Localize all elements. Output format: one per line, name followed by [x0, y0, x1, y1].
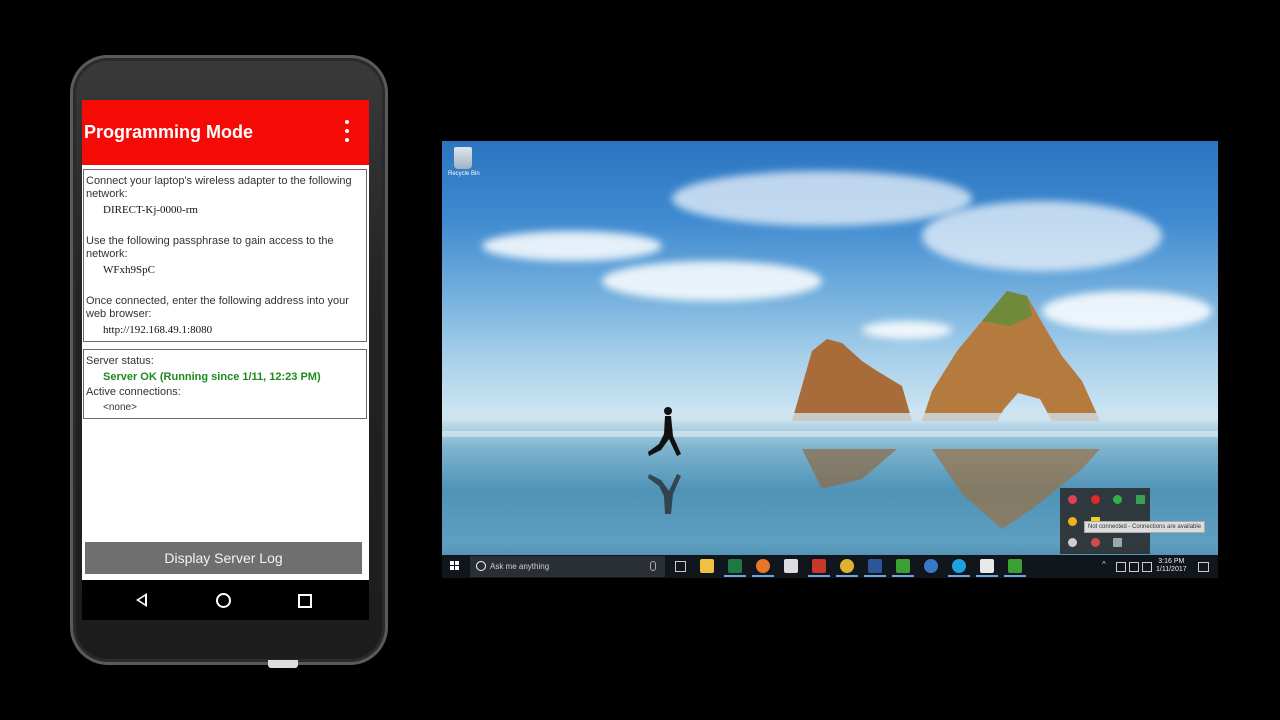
back-icon[interactable]: [136, 593, 147, 607]
cortana-icon: [476, 561, 486, 571]
volume-icon[interactable]: [1142, 562, 1152, 572]
recycle-bin-label: Recycle Bin: [448, 171, 480, 177]
runner-figure: [648, 407, 681, 456]
tray-app-icon[interactable]: [1113, 495, 1122, 504]
recents-icon[interactable]: [298, 594, 312, 608]
passphrase-value: WFxh9SpC: [103, 264, 155, 276]
sea-rocks: [792, 291, 1100, 421]
connection-info-card: Connect your laptop's wireless adapter t…: [83, 169, 367, 342]
cortana-search-box[interactable]: Ask me anything: [470, 556, 665, 577]
word-icon[interactable]: [864, 559, 886, 577]
runner-reflection: [648, 474, 681, 514]
tray-app-icon[interactable]: [1136, 495, 1145, 504]
bin-glyph: [454, 147, 472, 169]
server-status-label: Server status:: [86, 355, 154, 367]
clock-time: 3:16 PM: [1158, 558, 1185, 565]
app-blue-icon[interactable]: [924, 559, 938, 573]
action-center-icon[interactable]: [1198, 562, 1209, 572]
address-value: http://192.168.49.1:8080: [103, 324, 213, 336]
search-placeholder: Ask me anything: [490, 562, 550, 571]
display-server-log-button[interactable]: Display Server Log: [85, 542, 362, 574]
network-tooltip: Not connected - Connections are availabl…: [1084, 521, 1206, 533]
clock-date: 1/11/2017: [1156, 566, 1187, 573]
firefox-icon[interactable]: [752, 559, 774, 577]
dropbox-icon[interactable]: [1116, 562, 1126, 572]
taskbar: Ask me anything ^ 3:16 PM 1/11/2017: [442, 555, 1218, 578]
cloud-icon[interactable]: [1068, 538, 1077, 547]
server-status-value: Server OK (Running since 1/11, 12:23 PM): [103, 371, 321, 383]
android-nav-bar: [82, 580, 369, 620]
system-clock[interactable]: 3:16 PM 1/11/2017: [1156, 558, 1187, 574]
app-green-icon[interactable]: [892, 559, 914, 577]
app-bar: Programming Mode: [82, 100, 369, 165]
tray-app-icon[interactable]: [1068, 517, 1077, 526]
network-label: Connect your laptop's wireless adapter t…: [86, 175, 352, 200]
windows-start-icon[interactable]: [450, 561, 460, 571]
windows-desktop: Recycle Bin Not connected - Connections …: [442, 141, 1218, 578]
home-icon[interactable]: [216, 593, 231, 608]
network-name: DIRECT-Kj-0000-rm: [103, 204, 198, 216]
acrobat-icon[interactable]: [976, 559, 998, 577]
file-explorer-icon[interactable]: [700, 559, 714, 573]
overflow-menu-icon[interactable]: [340, 120, 354, 146]
active-connections-value: <none>: [103, 402, 137, 413]
address-label: Once connected, enter the following addr…: [86, 295, 349, 320]
skype-icon[interactable]: [948, 559, 970, 577]
server-status-card: Server status: Server OK (Running since …: [83, 349, 367, 419]
recycle-bin-icon[interactable]: Recycle Bin: [448, 147, 480, 185]
store-icon[interactable]: [784, 559, 798, 573]
camtasia-icon[interactable]: [1004, 559, 1026, 577]
phone-screen: Programming Mode Connect your laptop's w…: [82, 100, 369, 620]
network-icon[interactable]: [1129, 562, 1139, 572]
excel-icon[interactable]: [724, 559, 746, 577]
tray-app-icon[interactable]: [1068, 495, 1077, 504]
microphone-icon[interactable]: [650, 561, 656, 571]
phone-button: [268, 660, 298, 668]
tray-app-icon[interactable]: [1091, 495, 1100, 504]
powerpoint-icon[interactable]: [808, 559, 830, 577]
chevron-up-icon[interactable]: ^: [1102, 560, 1110, 569]
app-title: Programming Mode: [84, 122, 254, 142]
rock-reflection: [802, 449, 1100, 529]
tray-app-icon[interactable]: [1091, 538, 1100, 547]
chrome-icon[interactable]: [836, 559, 858, 577]
tray-app-icon[interactable]: [1113, 538, 1122, 547]
task-view-icon[interactable]: [675, 561, 686, 572]
passphrase-label: Use the following passphrase to gain acc…: [86, 235, 334, 260]
active-connections-label: Active connections:: [86, 386, 181, 398]
